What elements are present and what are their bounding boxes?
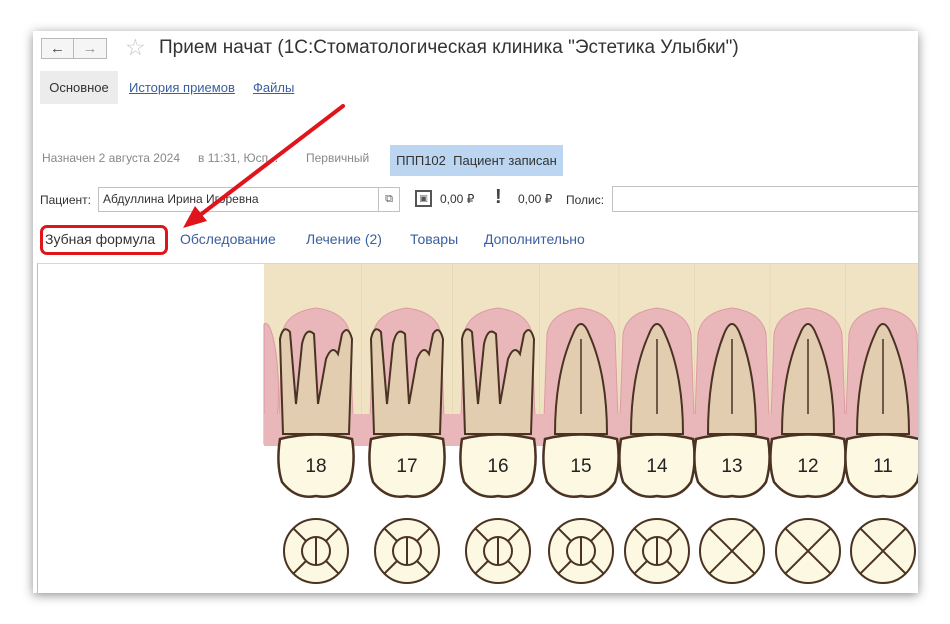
appointment-time: в 11:31, Юсп... bbox=[198, 151, 279, 165]
favorite-star-icon[interactable]: ☆ bbox=[125, 34, 146, 60]
document-window: ← → ☆ Прием начат (1С:Стоматологическая … bbox=[33, 31, 918, 593]
status-code: ППП102 bbox=[396, 153, 446, 168]
polis-field[interactable] bbox=[612, 186, 918, 212]
tooth-number: 15 bbox=[570, 456, 591, 477]
section-history[interactable]: История приемов bbox=[129, 71, 235, 104]
polis-label: Полис: bbox=[566, 193, 605, 207]
tooth-number: 17 bbox=[396, 456, 417, 477]
tab-additional[interactable]: Дополнительно bbox=[484, 231, 585, 247]
back-button[interactable]: ← bbox=[41, 38, 74, 59]
tooth-number: 18 bbox=[305, 456, 326, 477]
patient-label: Пациент: bbox=[40, 193, 92, 207]
tab-goods[interactable]: Товары bbox=[410, 231, 458, 247]
appointment-type: Первичный bbox=[306, 151, 370, 165]
section-main[interactable]: Основное bbox=[40, 71, 118, 104]
navigation-buttons: ← → bbox=[41, 38, 107, 59]
status-badge: ППП102 Пациент записан bbox=[390, 145, 563, 176]
tooth-16[interactable]: 16 bbox=[459, 328, 537, 584]
patient-name: Абдуллина Ирина Игоревна bbox=[103, 192, 259, 206]
appointment-assigned: Назначен 2 августа 2024 bbox=[42, 151, 180, 165]
debt-icon: ! bbox=[495, 186, 502, 208]
window-title: Прием начат (1С:Стоматологическая клиник… bbox=[159, 37, 739, 58]
tab-treatment[interactable]: Лечение (2) bbox=[306, 231, 382, 247]
tab-examination[interactable]: Обследование bbox=[180, 231, 276, 247]
forward-button[interactable]: → bbox=[74, 38, 107, 59]
dental-chart: 18 17 16 15 14 13 12 11 bbox=[263, 264, 918, 584]
arrow-right-icon: → bbox=[82, 40, 98, 57]
patient-field[interactable]: Абдуллина Ирина Игоревна ⧉ bbox=[98, 187, 400, 212]
tooth-number: 14 bbox=[646, 456, 668, 477]
tooth-number: 12 bbox=[797, 456, 818, 477]
balance-amount: 0,00 ₽ bbox=[440, 192, 475, 206]
tab-highlight-frame bbox=[40, 225, 168, 255]
section-files[interactable]: Файлы bbox=[253, 71, 294, 104]
dental-formula-panel: 18 17 16 15 14 13 12 11 bbox=[37, 263, 918, 593]
tooth-number: 16 bbox=[487, 456, 508, 477]
safe-icon: ▣ bbox=[415, 190, 432, 207]
tooth-18[interactable]: 18 bbox=[277, 328, 355, 584]
arrow-left-icon: ← bbox=[50, 40, 65, 57]
tooth-number: 11 bbox=[873, 456, 893, 477]
open-icon[interactable]: ⧉ bbox=[378, 188, 399, 211]
tooth-number: 13 bbox=[721, 456, 742, 477]
status-text: Пациент записан bbox=[453, 153, 557, 168]
debt-amount: 0,00 ₽ bbox=[518, 192, 553, 206]
tooth-17[interactable]: 17 bbox=[368, 328, 446, 584]
